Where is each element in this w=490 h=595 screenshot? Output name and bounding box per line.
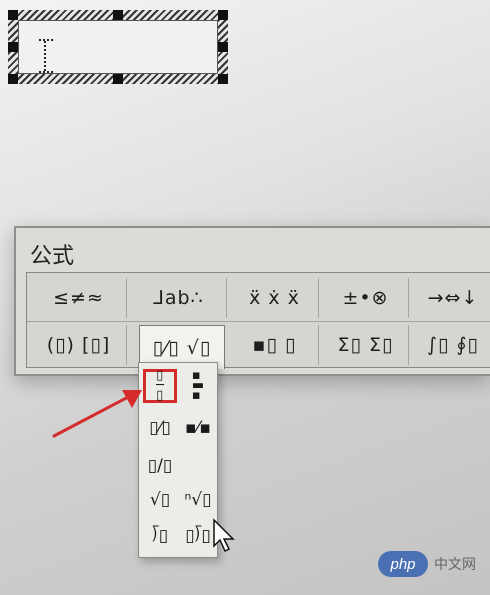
fence-templates-button[interactable]: (▯) [▯] — [31, 325, 127, 365]
reduced-slash-fraction-item[interactable]: ▪⁄▪ — [181, 411, 215, 445]
summation-templates-button[interactable]: Σ▯ Σ▯ — [323, 325, 409, 365]
equation-toolbar-window: 公式 ≤≠≈ ⅃ab∴ ẍ ẋ ẍ ±•⊗ →⇔↓ (▯) [▯] ▯⁄▯ √▯… — [14, 226, 490, 376]
nth-root-item[interactable]: ⁿ√▯ — [181, 483, 215, 517]
toolbar-body: ≤≠≈ ⅃ab∴ ẍ ẋ ẍ ±•⊗ →⇔↓ (▯) [▯] ▯⁄▯ √▯ ▪▯… — [26, 272, 490, 369]
template-row: (▯) [▯] ▯⁄▯ √▯ ▪▯ ▯ Σ▯ Σ▯ ∫▯ ∮▯ — [27, 321, 490, 369]
subscript-superscript-templates-button[interactable]: ▪▯ ▯ — [231, 325, 319, 365]
resize-handle-bottom[interactable] — [113, 74, 123, 84]
equation-object-frame[interactable] — [8, 10, 228, 84]
long-division-item[interactable]: ⟌▯ — [143, 519, 177, 553]
integral-templates-button[interactable]: ∫▯ ∮▯ — [413, 325, 490, 365]
arrow-symbols-button[interactable]: →⇔↓ — [413, 278, 490, 318]
watermark-text: 中文网 — [434, 557, 476, 573]
operator-symbols-button[interactable]: ±•⊗ — [323, 278, 409, 318]
resize-handle-bottom-right[interactable] — [218, 74, 228, 84]
resize-handle-left[interactable] — [8, 42, 18, 52]
red-arrow-icon — [52, 390, 142, 438]
resize-handle-top[interactable] — [113, 10, 123, 20]
square-root-item[interactable]: √▯ — [143, 483, 177, 517]
relational-symbols-button[interactable]: ≤≠≈ — [31, 278, 127, 318]
fraction-radical-palette: ▯ ─ ▯ ▪ ▬ ▪ ▯⁄▯ ▪⁄▪ ▯/▯ √▯ ⁿ√▯ ⟌▯ ▯⟌▯ — [138, 362, 218, 558]
resize-handle-bottom-left[interactable] — [8, 74, 18, 84]
symbol-row: ≤≠≈ ⅃ab∴ ẍ ẋ ẍ ±•⊗ →⇔↓ — [27, 275, 490, 321]
php-logo: php — [378, 551, 428, 577]
resize-handle-top-right[interactable] — [218, 10, 228, 20]
insertion-slot-icon — [39, 39, 53, 73]
equation-edit-area[interactable] — [18, 20, 218, 74]
site-watermark: php 中文网 — [378, 550, 476, 578]
mouse-pointer-icon — [213, 518, 235, 553]
embellishments-button[interactable]: ẍ ẋ ẍ — [231, 278, 319, 318]
long-division-quotient-item[interactable]: ▯⟌▯ — [181, 519, 215, 553]
baseline-slash-fraction-item[interactable]: ▯/▯ — [143, 449, 177, 483]
resize-handle-top-left[interactable] — [8, 10, 18, 20]
resize-handle-right[interactable] — [218, 42, 228, 52]
spaces-ellipses-button[interactable]: ⅃ab∴ — [131, 278, 227, 318]
window-title: 公式 — [30, 244, 75, 269]
reduced-size-fraction-item[interactable]: ▪ ▬ ▪ — [181, 369, 215, 403]
